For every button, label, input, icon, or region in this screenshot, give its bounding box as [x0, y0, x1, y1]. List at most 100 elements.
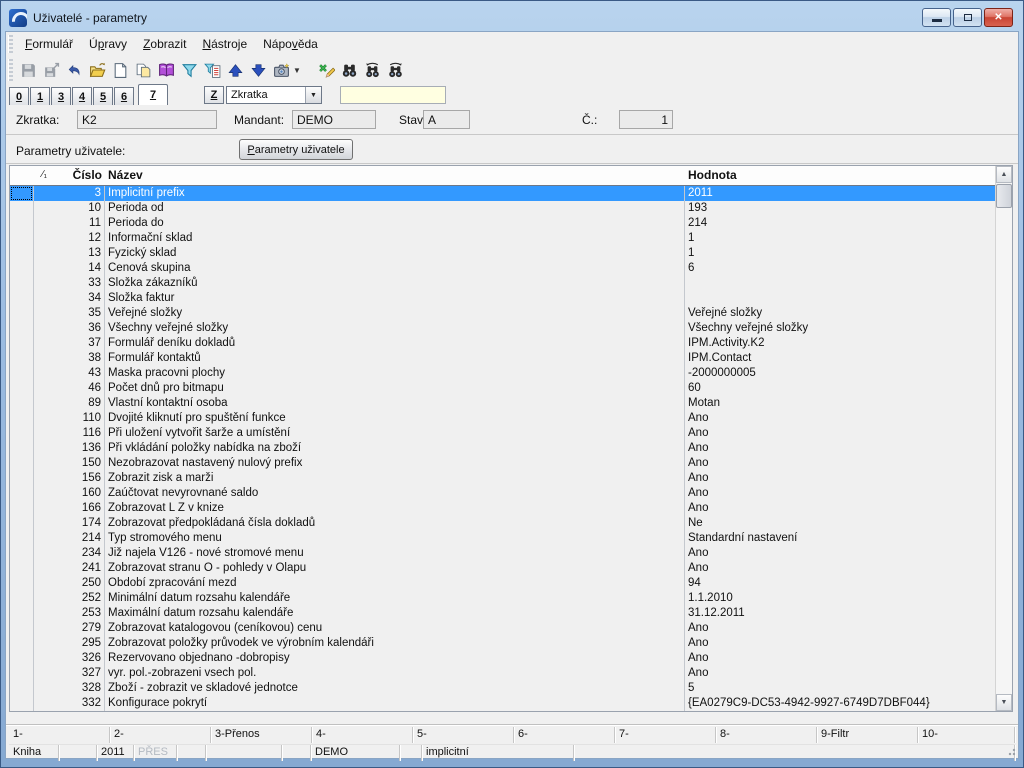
chevron-down-icon[interactable]: ▼	[305, 87, 321, 103]
table-row[interactable]: 279Zobrazovat katalogovou (ceníkovou) ce…	[10, 621, 995, 636]
table-row[interactable]: 295Zobrazovat položky průvodek ve výrobn…	[10, 636, 995, 651]
fkey-cell-5[interactable]: 5-	[413, 727, 514, 743]
binoculars-prev-icon[interactable]	[361, 59, 384, 82]
row-selector-cell[interactable]	[10, 666, 34, 681]
menu-upravy[interactable]: Úpravy	[81, 34, 135, 54]
stav-field[interactable]: A	[423, 110, 470, 129]
table-row[interactable]: 110Dvojité kliknutí pro spuštění funkceA…	[10, 411, 995, 426]
fkey-cell-6[interactable]: 6-	[514, 727, 615, 743]
table-row[interactable]: 10Perioda od193	[10, 201, 995, 216]
table-row[interactable]: 37Formulář deníku dokladůIPM.Activity.K2	[10, 336, 995, 351]
resize-grip[interactable]	[1006, 746, 1016, 756]
row-selector-cell[interactable]	[10, 561, 34, 576]
arrow-down-icon[interactable]	[247, 59, 270, 82]
table-row[interactable]: 13Fyzický sklad1	[10, 246, 995, 261]
column-header-hodnota[interactable]: Hodnota	[685, 166, 995, 185]
quick-search-input[interactable]	[340, 86, 446, 104]
table-row[interactable]: 174Zobrazovat předpokládaná čísla doklad…	[10, 516, 995, 531]
table-row[interactable]: 14Cenová skupina6	[10, 261, 995, 276]
row-selector-cell[interactable]	[10, 501, 34, 516]
camera-icon[interactable]	[270, 59, 293, 82]
row-selector-cell[interactable]	[10, 321, 34, 336]
fkey-cell-9[interactable]: 9-Filtr	[817, 727, 918, 743]
table-row[interactable]: 252Minimální datum rozsahu kalendáře1.1.…	[10, 591, 995, 606]
table-row[interactable]: 11Perioda do214	[10, 216, 995, 231]
table-row[interactable]: 46Počet dnů pro bitmapu60	[10, 381, 995, 396]
row-selector-cell[interactable]	[10, 276, 34, 291]
fkey-cell-10[interactable]: 10-	[918, 727, 1015, 743]
scrollbar-thumb[interactable]	[996, 184, 1012, 208]
tab-page-3[interactable]: 3	[51, 87, 71, 105]
table-row[interactable]: 166Zobrazovat L Z v knizeAno	[10, 501, 995, 516]
row-selector-cell[interactable]	[10, 381, 34, 396]
table-row[interactable]: 33Složka zákazníků	[10, 276, 995, 291]
copy-icon[interactable]	[132, 59, 155, 82]
row-selector-cell[interactable]	[10, 366, 34, 381]
export-edit-icon[interactable]	[315, 59, 338, 82]
tab-page-6[interactable]: 6	[114, 87, 134, 105]
undo-icon[interactable]	[63, 59, 86, 82]
close-button[interactable]: ✕	[984, 8, 1013, 27]
row-selector-cell[interactable]	[10, 486, 34, 501]
open-folder-icon[interactable]	[86, 59, 109, 82]
fkey-cell-3[interactable]: 3-Přenos	[211, 727, 312, 743]
table-row[interactable]: 136Při vkládání položky nabídka na zboží…	[10, 441, 995, 456]
minimize-button[interactable]	[922, 8, 951, 27]
table-row[interactable]: 156Zobrazit zisk a maržiAno	[10, 471, 995, 486]
table-row[interactable]: 326Rezervovano objednano -dobropisyAno	[10, 651, 995, 666]
menu-zobrazit[interactable]: Zobrazit	[135, 34, 194, 54]
row-selector-cell[interactable]	[10, 576, 34, 591]
table-row[interactable]: 12Informační sklad1	[10, 231, 995, 246]
fkey-cell-7[interactable]: 7-	[615, 727, 716, 743]
table-row[interactable]: 34Složka faktur	[10, 291, 995, 306]
menu-nastroje[interactable]: Nástroje	[194, 34, 255, 54]
row-selector-cell[interactable]	[10, 531, 34, 546]
row-selector-cell[interactable]	[10, 546, 34, 561]
menu-napoveda[interactable]: Nápověda	[255, 34, 326, 54]
book-icon[interactable]	[155, 59, 178, 82]
row-selector-cell[interactable]	[10, 336, 34, 351]
filter-icon[interactable]	[178, 59, 201, 82]
row-selector-cell[interactable]	[10, 441, 34, 456]
restore-button[interactable]	[953, 8, 982, 27]
table-row[interactable]: 36Všechny veřejné složkyVšechny veřejné …	[10, 321, 995, 336]
row-selector-cell[interactable]	[10, 651, 34, 666]
table-row[interactable]: 327vyr. pol.-zobrazeni vsech pol.Ano	[10, 666, 995, 681]
table-row[interactable]: 214Typ stromového menuStandardní nastave…	[10, 531, 995, 546]
arrow-up-icon[interactable]	[224, 59, 247, 82]
binoculars-icon[interactable]	[338, 59, 361, 82]
row-selector-cell[interactable]	[10, 216, 34, 231]
table-row[interactable]: 116Při uložení vytvořit šarže a umístění…	[10, 426, 995, 441]
table-row[interactable]: 43Maska pracovni plochy-2000000005	[10, 366, 995, 381]
binoculars-next-icon[interactable]	[384, 59, 407, 82]
menu-formular[interactable]: Formulář	[17, 34, 81, 54]
row-selector-cell[interactable]	[10, 621, 34, 636]
table-row[interactable]: 328Zboží - zobrazit ve skladové jednotce…	[10, 681, 995, 696]
tab-page-7-active[interactable]: 7	[138, 84, 168, 105]
table-row[interactable]: 253Maximální datum rozsahu kalendáře31.1…	[10, 606, 995, 621]
scroll-down-icon[interactable]: ▼	[996, 694, 1012, 711]
row-selector-cell[interactable]	[10, 456, 34, 471]
table-row[interactable]: 3Implicitní prefix2011	[10, 186, 995, 201]
parametry-uzivatele-button[interactable]: Parametry uživatele	[239, 139, 353, 160]
row-selector-cell[interactable]	[10, 261, 34, 276]
row-selector-cell[interactable]	[10, 411, 34, 426]
row-selector-cell[interactable]	[10, 591, 34, 606]
table-row[interactable]: 160Zaúčtovat nevyrovnané saldoAno	[10, 486, 995, 501]
table-row[interactable]: 35Veřejné složkyVeřejné složky	[10, 306, 995, 321]
row-selector-cell[interactable]	[10, 696, 34, 711]
row-selector-cell[interactable]	[10, 516, 34, 531]
row-selector-cell[interactable]	[10, 351, 34, 366]
scroll-up-icon[interactable]: ▲	[996, 166, 1012, 183]
camera-dropdown-icon[interactable]: ▼	[293, 66, 301, 75]
row-selector-cell[interactable]	[10, 636, 34, 651]
row-selector-cell[interactable]	[10, 246, 34, 261]
row-selector-cell[interactable]	[10, 681, 34, 696]
mandant-field[interactable]: DEMO	[292, 110, 376, 129]
table-row[interactable]: 89Vlastní kontaktní osobaMotan	[10, 396, 995, 411]
row-selector-cell[interactable]	[10, 186, 34, 201]
row-selector-cell[interactable]	[10, 201, 34, 216]
row-selector-cell[interactable]	[10, 426, 34, 441]
table-row[interactable]: 234Již najela V126 - nové stromové menuA…	[10, 546, 995, 561]
z-lookup-button[interactable]: Z	[204, 86, 224, 104]
